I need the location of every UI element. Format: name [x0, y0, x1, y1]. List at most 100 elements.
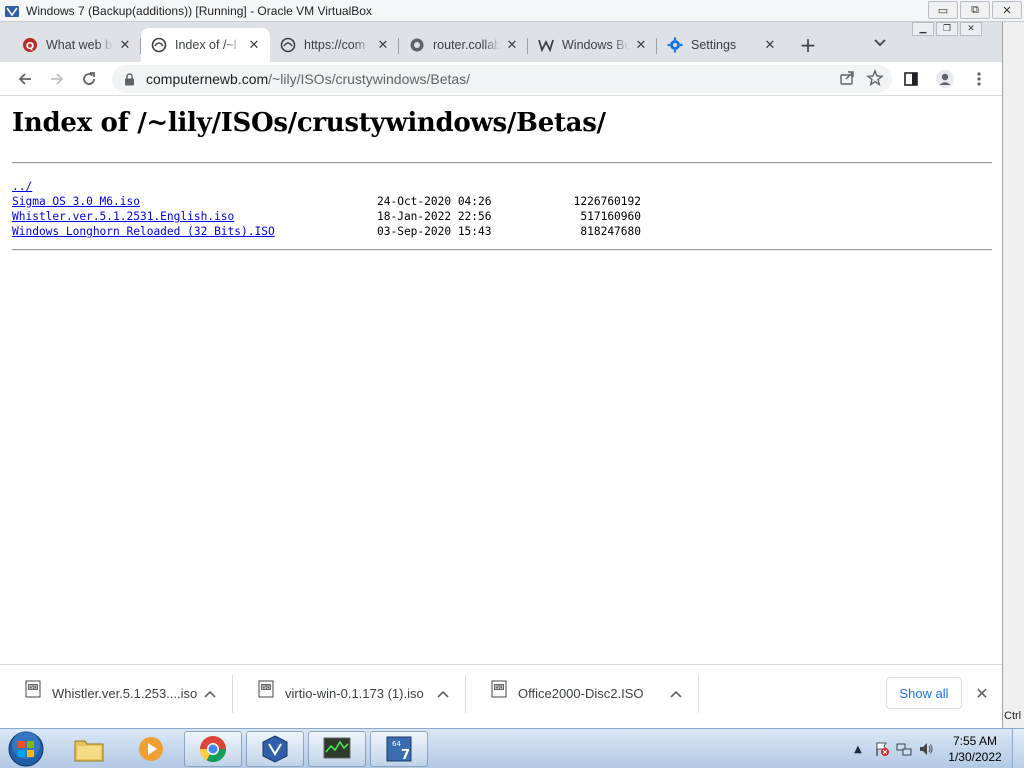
- profile-avatar-icon: [936, 70, 954, 88]
- task-manager-icon: [323, 737, 351, 759]
- reload-button[interactable]: [74, 64, 104, 94]
- download-filename: virtio-win-0.1.173 (1).iso: [285, 686, 424, 701]
- forward-button[interactable]: [42, 64, 72, 94]
- network-icon[interactable]: [896, 741, 912, 757]
- restore-button[interactable]: ⧉: [960, 1, 990, 19]
- tab-index-active[interactable]: Index of /~l ✕: [141, 28, 270, 62]
- file-size: 818247680: [580, 225, 641, 238]
- file-link[interactable]: Whistler.ver.5.1.2531.English.iso: [12, 210, 234, 223]
- iso-file-icon: ISO: [25, 680, 41, 697]
- vbox-window-controls: ▭ ⧉ ✕: [928, 1, 1022, 19]
- tab-title: router.collab: [433, 38, 500, 52]
- profile-button[interactable]: [930, 64, 960, 94]
- minimize-button[interactable]: ▭: [928, 1, 958, 19]
- svg-text:64: 64: [392, 740, 401, 748]
- media-player-icon: [139, 737, 163, 761]
- back-arrow-icon: [18, 72, 31, 85]
- svg-text:ISO: ISO: [495, 685, 504, 691]
- tab-title: Windows Be: [562, 38, 629, 52]
- tab-close-icon[interactable]: ✕: [633, 37, 649, 53]
- download-filename: Whistler.ver.5.1.253....iso: [52, 686, 198, 701]
- guest-minimize-button[interactable]: ▁: [912, 22, 934, 36]
- side-panel-button[interactable]: [896, 64, 926, 94]
- new-tab-button[interactable]: +: [794, 31, 822, 59]
- tab-title: Settings: [691, 38, 737, 52]
- taskbar-virtualbox[interactable]: [246, 731, 304, 767]
- parent-directory-link[interactable]: ../: [12, 179, 32, 194]
- chrome-icon: [199, 736, 227, 763]
- tab-settings[interactable]: Settings ✕: [657, 28, 786, 62]
- tab-close-icon[interactable]: ✕: [375, 37, 391, 53]
- show-desktop-button[interactable]: [1012, 729, 1024, 768]
- tab-close-icon[interactable]: ✕: [504, 37, 520, 53]
- close-download-shelf-button[interactable]: ✕: [972, 683, 992, 703]
- divider-bottom: [12, 249, 992, 251]
- page-content: Index of /~lily/ISOs/crustywindows/Betas…: [0, 96, 1002, 664]
- tab-windows-betas[interactable]: Windows Be ✕: [528, 28, 657, 62]
- file-link[interactable]: Windows Longhorn Reloaded (32 Bits).ISO: [12, 225, 275, 238]
- lock-icon[interactable]: [122, 72, 136, 86]
- action-center-flag-icon[interactable]: [874, 741, 890, 757]
- tab-title: Index of /~l: [175, 38, 237, 52]
- vm-os-icon: 647: [386, 736, 412, 763]
- omnibox-actions: [838, 69, 884, 87]
- taskbar-explorer[interactable]: [60, 731, 118, 767]
- kebab-menu-icon: [977, 72, 981, 86]
- tab-quora[interactable]: Q What web b ✕: [12, 28, 141, 62]
- guest-restore-button[interactable]: ❐: [936, 22, 958, 36]
- tab-close-icon[interactable]: ✕: [117, 37, 133, 53]
- download-item[interactable]: ISO virtio-win-0.1.173 (1).iso: [233, 665, 466, 723]
- back-button[interactable]: [10, 64, 40, 94]
- address-bar[interactable]: computernewb.com/~lily/ISOs/crustywindow…: [112, 65, 892, 93]
- taskbar-task-manager[interactable]: [308, 731, 366, 767]
- taskbar-win7-64-vm[interactable]: 64 7: [370, 731, 428, 767]
- show-all-downloads-button[interactable]: Show all: [886, 677, 962, 709]
- vbox-window-title: Windows 7 (Backup(additions)) [Running] …: [26, 3, 372, 18]
- taskbar-media-player[interactable]: [122, 731, 180, 767]
- tab-close-icon[interactable]: ✕: [762, 37, 778, 53]
- guest-close-button[interactable]: ✕: [960, 22, 982, 36]
- download-filename: Office2000-Disc2.ISO: [518, 686, 644, 701]
- download-item[interactable]: ISO Whistler.ver.5.1.253....iso: [0, 665, 233, 723]
- clock-date: 1/30/2022: [948, 750, 1002, 764]
- chevron-up-icon[interactable]: [435, 686, 451, 702]
- clock-time: 7:55 AM: [952, 734, 998, 748]
- system-clock[interactable]: 7:55 AM 1/30/2022: [944, 733, 1006, 765]
- quora-icon: Q: [22, 37, 38, 53]
- close-window-button[interactable]: ✕: [992, 1, 1022, 19]
- chevron-up-icon[interactable]: [668, 686, 684, 702]
- file-size: 1226760192: [573, 195, 641, 208]
- listing-row: Sigma OS 3.0 M6.iso 24-Oct-2020 04:26 1226…: [12, 194, 992, 209]
- tab-search-chevron-icon[interactable]: [868, 33, 892, 53]
- url-text[interactable]: computernewb.com/~lily/ISOs/crustywindow…: [146, 71, 470, 87]
- download-item[interactable]: ISO Office2000-Disc2.ISO: [466, 665, 699, 723]
- start-orb-icon[interactable]: [6, 730, 46, 768]
- volume-icon[interactable]: [918, 741, 934, 757]
- file-link[interactable]: Sigma OS 3.0 M6.iso: [12, 195, 140, 208]
- tab-strip: Q What web b ✕ Index of /~l ✕ https://co…: [0, 22, 1002, 62]
- menu-button[interactable]: [964, 64, 994, 94]
- tab-close-icon[interactable]: ✕: [246, 37, 262, 53]
- svg-text:ISO: ISO: [262, 685, 271, 691]
- bookmark-star-icon[interactable]: [866, 69, 884, 87]
- page-title: Index of /~lily/ISOs/crustywindows/Betas…: [12, 108, 606, 138]
- guest-window-controls: ▁ ❐ ✕: [912, 22, 982, 36]
- listing-row: Whistler.ver.5.1.2531.English.iso 18-Jan-…: [12, 209, 992, 224]
- taskbar-chrome[interactable]: [184, 731, 242, 767]
- listing-row: Windows Longhorn Reloaded (32 Bits).ISO 0…: [12, 224, 992, 239]
- virtualbox-icon: [262, 735, 288, 763]
- tab-router[interactable]: router.collab ✕: [399, 28, 528, 62]
- listing-row-parent: ../: [12, 179, 992, 194]
- show-hidden-icons-icon[interactable]: ▲: [850, 744, 866, 755]
- share-icon[interactable]: [838, 69, 856, 87]
- tab-https[interactable]: https://com ✕: [270, 28, 399, 62]
- gear-icon: [667, 37, 683, 53]
- chevron-up-icon[interactable]: [202, 686, 218, 702]
- globe-icon: [409, 37, 425, 53]
- side-panel-icon: [904, 72, 918, 86]
- reload-icon: [83, 71, 95, 85]
- virtualbox-icon: [5, 5, 19, 17]
- tab-title: What web b: [46, 38, 113, 52]
- file-listing: ../ Sigma OS 3.0 M6.iso 24-Oct-2020 04:26…: [12, 179, 992, 239]
- forward-arrow-icon: [51, 72, 64, 85]
